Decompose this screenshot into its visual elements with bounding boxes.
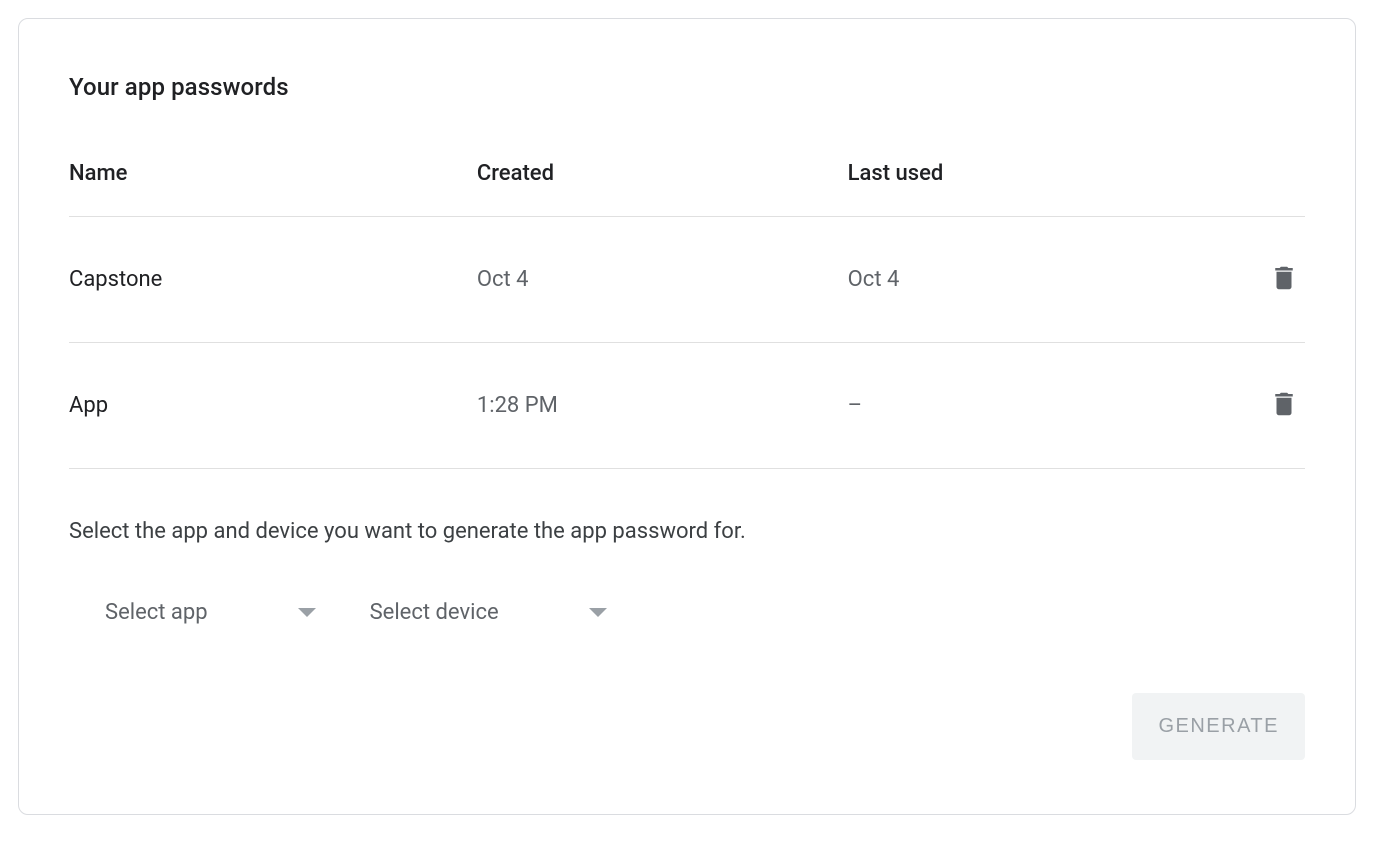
cell-name: Capstone [69, 267, 477, 292]
delete-button[interactable] [1263, 255, 1305, 304]
caret-down-icon [298, 608, 316, 617]
table-row: Capstone Oct 4 Oct 4 [69, 217, 1305, 343]
instruction-text: Select the app and device you want to ge… [69, 519, 1305, 544]
actions-row: GENERATE [69, 693, 1305, 760]
cell-lastused: Oct 4 [848, 267, 1245, 292]
cell-created: 1:28 PM [477, 393, 848, 418]
app-passwords-table: Name Created Last used Capstone Oct 4 Oc… [69, 161, 1305, 469]
delete-button[interactable] [1263, 381, 1305, 430]
column-header-lastused: Last used [848, 161, 1245, 186]
caret-down-icon [589, 608, 607, 617]
generate-button[interactable]: GENERATE [1132, 693, 1305, 760]
trash-icon [1269, 387, 1299, 424]
column-header-name: Name [69, 161, 477, 186]
app-passwords-card: Your app passwords Name Created Last use… [18, 18, 1356, 815]
column-header-created: Created [477, 161, 848, 186]
table-row: App 1:28 PM – [69, 343, 1305, 469]
table-header: Name Created Last used [69, 161, 1305, 217]
trash-icon [1269, 261, 1299, 298]
card-title: Your app passwords [69, 73, 1305, 101]
dropdown-row: Select app Select device [69, 592, 1305, 633]
cell-created: Oct 4 [477, 267, 848, 292]
select-app-label: Select app [105, 600, 208, 625]
cell-lastused: – [848, 393, 1245, 418]
cell-name: App [69, 393, 477, 418]
select-device-dropdown[interactable]: Select device [366, 592, 611, 633]
select-app-dropdown[interactable]: Select app [101, 592, 320, 633]
select-device-label: Select device [370, 600, 499, 625]
